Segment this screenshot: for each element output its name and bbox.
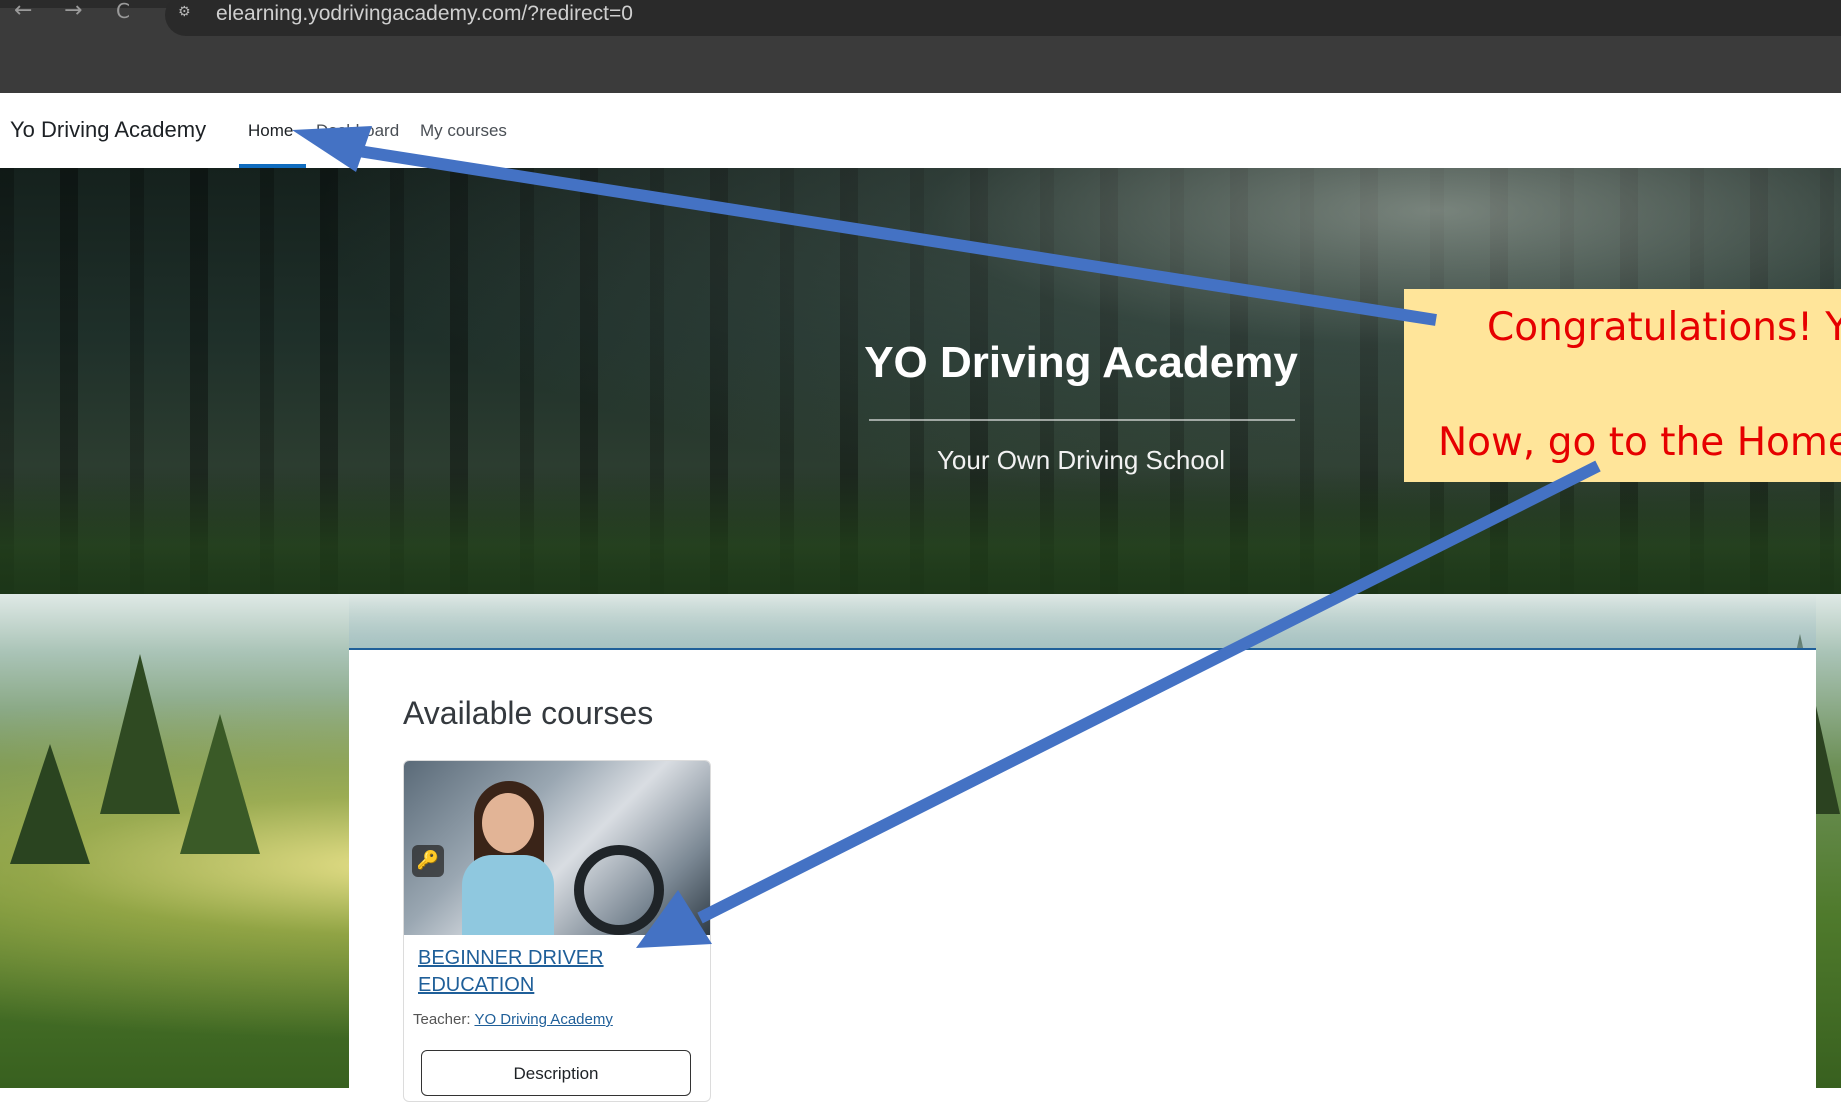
- student-figure: [462, 779, 554, 935]
- description-button[interactable]: Description: [421, 1050, 691, 1096]
- face-shape: [482, 793, 534, 853]
- site-brand[interactable]: Yo Driving Academy: [10, 117, 206, 143]
- site-navbar: Yo Driving Academy Home Dashboard My cou…: [0, 93, 1841, 169]
- steering-wheel-shape: [574, 845, 664, 935]
- forward-arrow-icon[interactable]: →: [64, 0, 82, 22]
- teacher-label: Teacher:: [413, 1011, 471, 1028]
- body-shape: [462, 855, 554, 935]
- section-title: Available courses: [403, 695, 654, 731]
- nav-dashboard-link[interactable]: Dashboard: [316, 121, 399, 141]
- course-image[interactable]: 🔑: [404, 761, 710, 935]
- card-top-shade: [349, 594, 1816, 648]
- key-icon: 🔑: [412, 845, 444, 877]
- nav-home-link[interactable]: Home: [248, 121, 293, 141]
- callout-text-line2: Now, go to the Home: [1438, 420, 1841, 465]
- course-card[interactable]: 🔑 BEGINNER DRIVER EDUCATION Teacher: YO …: [403, 760, 711, 1102]
- nav-my-courses-link[interactable]: My courses: [420, 121, 507, 141]
- teacher-link[interactable]: YO Driving Academy: [474, 1011, 612, 1028]
- back-arrow-icon[interactable]: ←: [14, 0, 32, 22]
- site-info-icon[interactable]: ⚙: [178, 4, 200, 20]
- url-text[interactable]: elearning.yodrivingacademy.com/?redirect…: [216, 2, 633, 26]
- teacher-line: Teacher: YO Driving Academy: [413, 1011, 613, 1028]
- tree-shape: [10, 744, 90, 864]
- course-title-link[interactable]: BEGINNER DRIVER EDUCATION: [418, 945, 688, 999]
- tree-shape: [100, 654, 180, 814]
- callout-text-line1: Congratulations! Y: [1487, 305, 1841, 350]
- reload-icon[interactable]: C: [116, 0, 130, 22]
- hero-divider: [869, 419, 1295, 421]
- hero-foliage: [0, 474, 1841, 594]
- tree-shape: [180, 714, 260, 854]
